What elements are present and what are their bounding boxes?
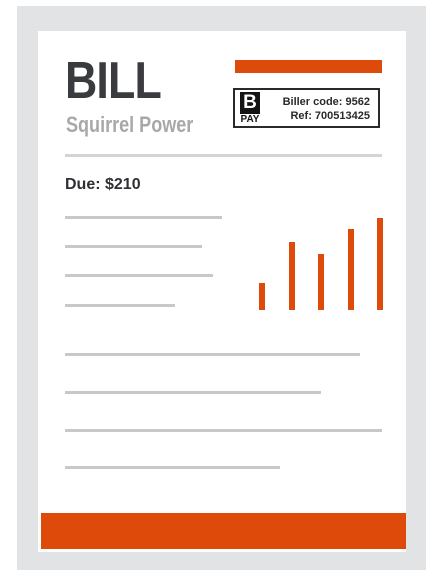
text-placeholder-line [65,466,280,469]
bpay-logo-icon: B PAY [238,92,262,126]
chart-bar [288,242,295,310]
biller-code: Biller code: 9562 [282,96,370,108]
reference-number: Ref: 700513425 [290,110,370,122]
text-placeholder-line [65,245,202,248]
text-placeholder-line [65,274,213,277]
text-placeholder-line [65,391,321,394]
usage-bar-chart [250,210,390,310]
bill-title: BILL [65,52,162,110]
bpay-box: B PAY Biller code: 9562 Ref: 700513425 [233,88,380,128]
company-name: Squirrel Power [66,112,194,137]
header-divider [65,154,382,157]
biller-details: Biller code: 9562 Ref: 700513425 [283,95,370,123]
bpay-logo-word: PAY [240,114,260,125]
footer-bar [41,513,406,549]
chart-bar [347,229,354,310]
amount-due: Due: $210 [65,176,141,193]
text-placeholder-line [65,353,360,356]
text-placeholder-line [65,304,175,307]
bpay-logo-mark: B [240,92,260,114]
chart-bar [377,218,383,310]
header-accent-bar [235,60,382,73]
text-placeholder-line [65,216,222,219]
text-placeholder-line [65,429,382,432]
chart-bar [318,254,324,310]
chart-bar [259,283,265,310]
